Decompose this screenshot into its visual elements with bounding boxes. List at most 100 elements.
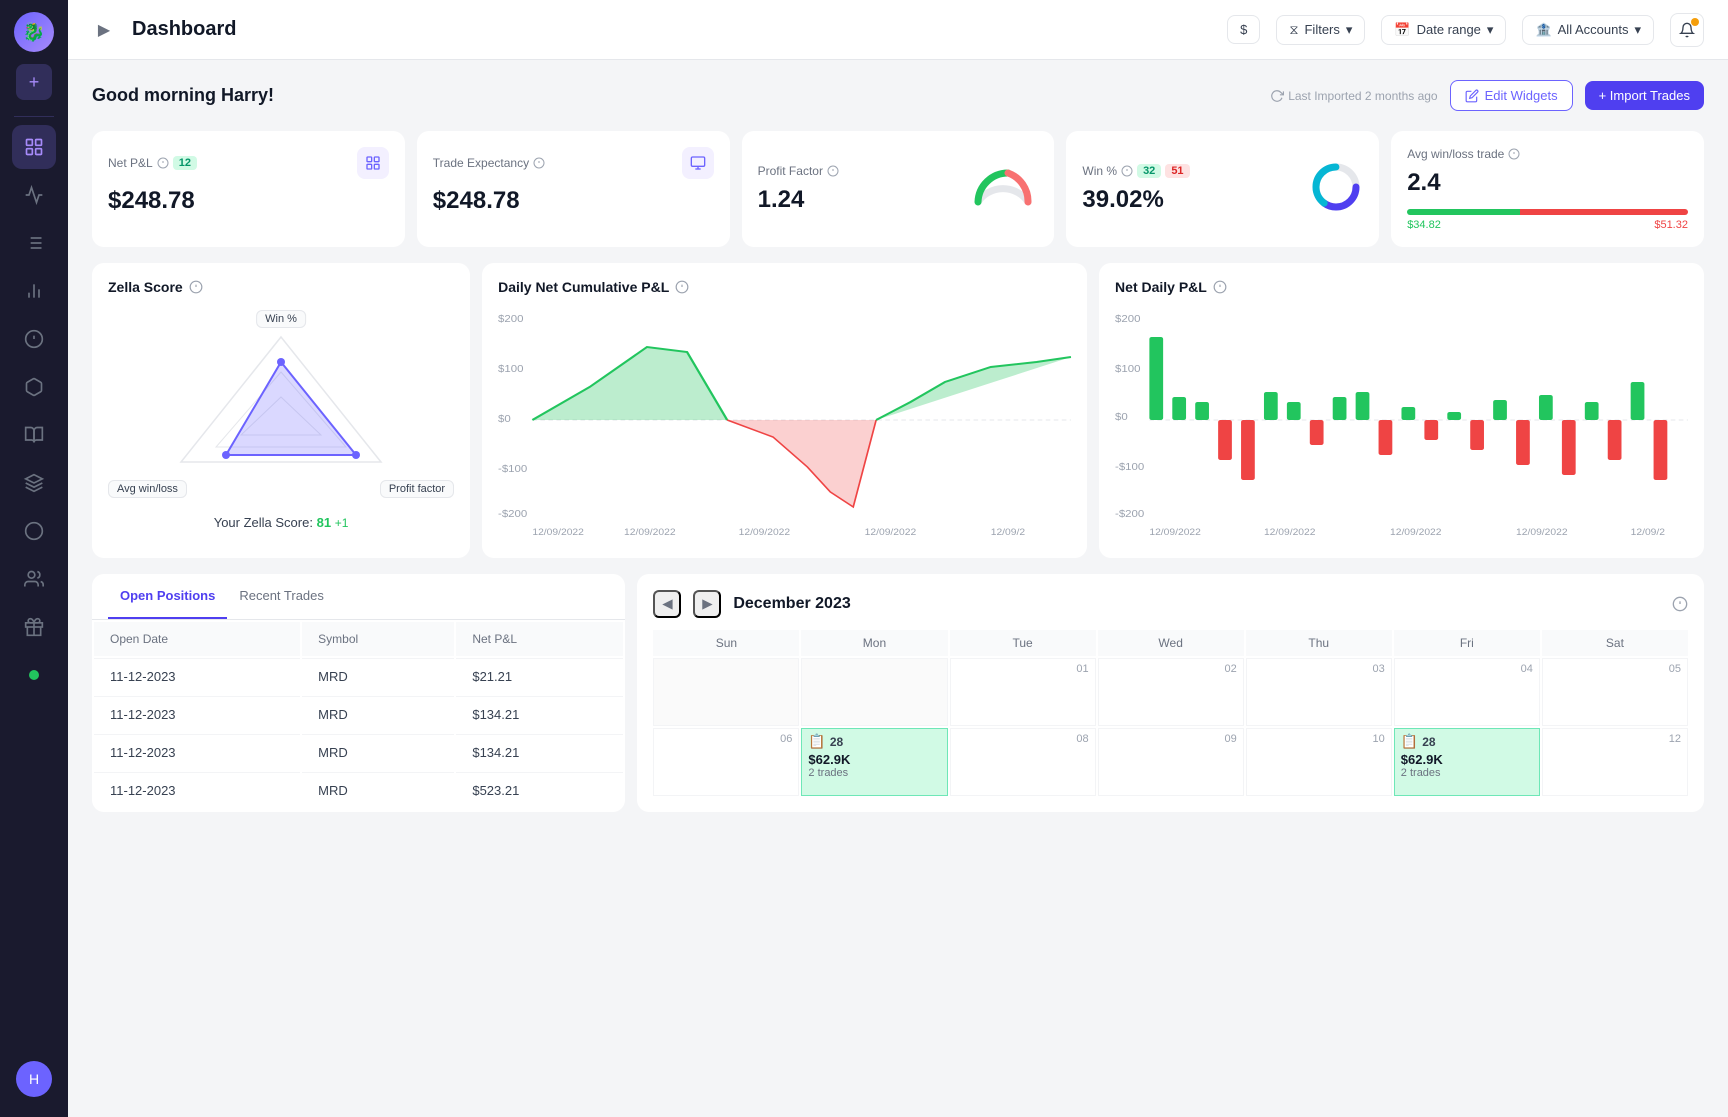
cal-header-sat: Sat — [1542, 630, 1688, 656]
sidebar-item-gift[interactable] — [12, 605, 56, 649]
daily-cumulative-pnl-title: Daily Net Cumulative P&L — [498, 279, 1071, 295]
svg-text:-$200: -$200 — [498, 509, 527, 520]
positions-tabs: Open Positions Recent Trades — [92, 574, 625, 620]
avg-win-value: $34.82 — [1407, 219, 1441, 231]
tab-recent-trades[interactable]: Recent Trades — [227, 574, 336, 619]
stat-card-trade-expectancy: Trade Expectancy $248.78 — [417, 131, 730, 247]
filters-button[interactable]: ⧖ Filters ▾ — [1276, 15, 1365, 45]
cal-cell-empty — [801, 658, 947, 726]
zella-score-line: Your Zella Score: 81 +1 — [108, 515, 454, 530]
calendar-info-icon[interactable] — [1672, 596, 1688, 612]
sidebar-item-circle[interactable] — [12, 509, 56, 553]
radar-label-win-pct: Win % — [256, 310, 306, 328]
tab-open-positions[interactable]: Open Positions — [108, 574, 227, 619]
svg-text:12/09/2022: 12/09/2022 — [1516, 528, 1568, 538]
cell-date: 11-12-2023 — [94, 658, 300, 694]
sidebar-item-dashboard[interactable] — [12, 125, 56, 169]
svg-text:12/09/2022: 12/09/2022 — [739, 528, 791, 538]
svg-text:$200: $200 — [1115, 314, 1141, 325]
cal-cell-06[interactable]: 06 — [653, 728, 799, 796]
sidebar-item-box[interactable] — [12, 365, 56, 409]
greeting: Good morning Harry! — [92, 85, 274, 106]
col-open-date: Open Date — [94, 622, 300, 656]
filter-icon: ⧖ — [1289, 22, 1298, 38]
cal-cell-01[interactable]: 01 — [950, 658, 1096, 726]
cell-symbol: MRD — [302, 658, 454, 694]
svg-text:12/09/2022: 12/09/2022 — [1264, 528, 1316, 538]
chevron-down-icon: ▾ — [1346, 22, 1353, 38]
cal-cell-08[interactable]: 08 — [950, 728, 1096, 796]
trade-expectancy-value: $248.78 — [433, 187, 714, 215]
svg-text:$100: $100 — [1115, 364, 1141, 375]
edit-widgets-button[interactable]: Edit Widgets — [1450, 80, 1573, 111]
cal-cell-07-trades: 2 trades — [808, 767, 940, 779]
table-row: 11-12-2023 MRD $523.21 — [94, 772, 623, 808]
sidebar-item-stack[interactable] — [12, 461, 56, 505]
last-imported-text: Last Imported 2 months ago — [1270, 89, 1437, 103]
trade-expectancy-icon — [682, 147, 714, 179]
cal-cell-02[interactable]: 02 — [1098, 658, 1244, 726]
sidebar-item-list[interactable] — [12, 221, 56, 265]
import-trades-button[interactable]: + Import Trades — [1585, 81, 1704, 110]
calendar-month-title: December 2023 — [733, 595, 1660, 613]
net-pnl-value: $248.78 — [108, 187, 389, 215]
notification-dot — [1691, 18, 1699, 26]
positions-table: Open Date Symbol Net P&L 11-12-2023 MRD … — [92, 620, 625, 810]
trade-expectancy-label: Trade Expectancy — [433, 156, 545, 170]
sidebar: 🐉 + H — [0, 0, 68, 1117]
cal-cell-04[interactable]: 04 — [1394, 658, 1540, 726]
sidebar-item-dot[interactable] — [12, 653, 56, 697]
chevron-down-icon: ▾ — [1634, 22, 1641, 38]
sidebar-item-book[interactable] — [12, 413, 56, 457]
cal-cell-05[interactable]: 05 — [1542, 658, 1688, 726]
stat-card-profit-factor: Profit Factor 1.24 — [742, 131, 1055, 247]
svg-text:-$100: -$100 — [1115, 462, 1144, 473]
cal-cell-12[interactable]: 12 — [1542, 728, 1688, 796]
sidebar-toggle-button[interactable]: ▶ — [92, 18, 116, 42]
top-bar-right: Last Imported 2 months ago Edit Widgets … — [1270, 80, 1704, 111]
sidebar-divider — [14, 116, 54, 117]
cal-cell-11[interactable]: 📋 28 $62.9K 2 trades — [1394, 728, 1540, 796]
sidebar-item-alert[interactable] — [12, 317, 56, 361]
svg-text:-$200: -$200 — [1115, 509, 1144, 520]
table-row: 11-12-2023 MRD $134.21 — [94, 696, 623, 732]
add-button[interactable]: + — [16, 64, 52, 100]
header: ▶ Dashboard $ ⧖ Filters ▾ 📅 Date range ▾… — [68, 0, 1728, 60]
cal-cell-07[interactable]: 📋 28 $62.9K 2 trades — [801, 728, 947, 796]
profit-factor-gauge — [968, 162, 1038, 217]
col-net-pnl: Net P&L — [456, 622, 623, 656]
svg-text:$0: $0 — [498, 414, 511, 425]
avatar[interactable]: H — [16, 1061, 52, 1097]
cal-cell-09[interactable]: 09 — [1098, 728, 1244, 796]
net-pnl-icon — [357, 147, 389, 179]
calendar-next-button[interactable]: ▶ — [693, 590, 721, 618]
daily-cumulative-pnl-card: Daily Net Cumulative P&L $200 $100 $0 -$… — [482, 263, 1087, 558]
positions-card: Open Positions Recent Trades Open Date S… — [92, 574, 625, 812]
radar-label-avg-win-loss: Avg win/loss — [108, 480, 187, 498]
zella-score-card: Zella Score — [92, 263, 470, 558]
dollar-icon: $ — [1240, 22, 1247, 37]
cal-cell-11-value: $62.9K — [1401, 752, 1533, 767]
cal-header-thu: Thu — [1246, 630, 1392, 656]
dollar-icon-button[interactable]: $ — [1227, 15, 1260, 44]
cal-cell-03[interactable]: 03 — [1246, 658, 1392, 726]
svg-text:$0: $0 — [1115, 412, 1128, 423]
cell-symbol: MRD — [302, 696, 454, 732]
sidebar-item-chart[interactable] — [12, 173, 56, 217]
date-range-button[interactable]: 📅 Date range ▾ — [1381, 15, 1506, 45]
cal-cell-10[interactable]: 10 — [1246, 728, 1392, 796]
cell-date: 11-12-2023 — [94, 772, 300, 808]
notification-button[interactable] — [1670, 13, 1704, 47]
top-bar: Good morning Harry! Last Imported 2 mont… — [92, 80, 1704, 111]
radar-label-profit-factor: Profit factor — [380, 480, 454, 498]
calendar-grid: Sun Mon Tue Wed Thu Fri Sat 01 02 03 04 … — [653, 630, 1688, 796]
net-daily-pnl-title: Net Daily P&L — [1115, 279, 1688, 295]
bottom-row: Open Positions Recent Trades Open Date S… — [92, 574, 1704, 812]
sidebar-item-users[interactable] — [12, 557, 56, 601]
svg-text:-$100: -$100 — [498, 464, 527, 475]
svg-text:12/09/2022: 12/09/2022 — [865, 528, 917, 538]
sidebar-item-bar-chart[interactable] — [12, 269, 56, 313]
accounts-button[interactable]: 🏦 All Accounts ▾ — [1522, 15, 1654, 45]
sidebar-logo: 🐉 — [14, 12, 54, 52]
calendar-prev-button[interactable]: ◀ — [653, 590, 681, 618]
